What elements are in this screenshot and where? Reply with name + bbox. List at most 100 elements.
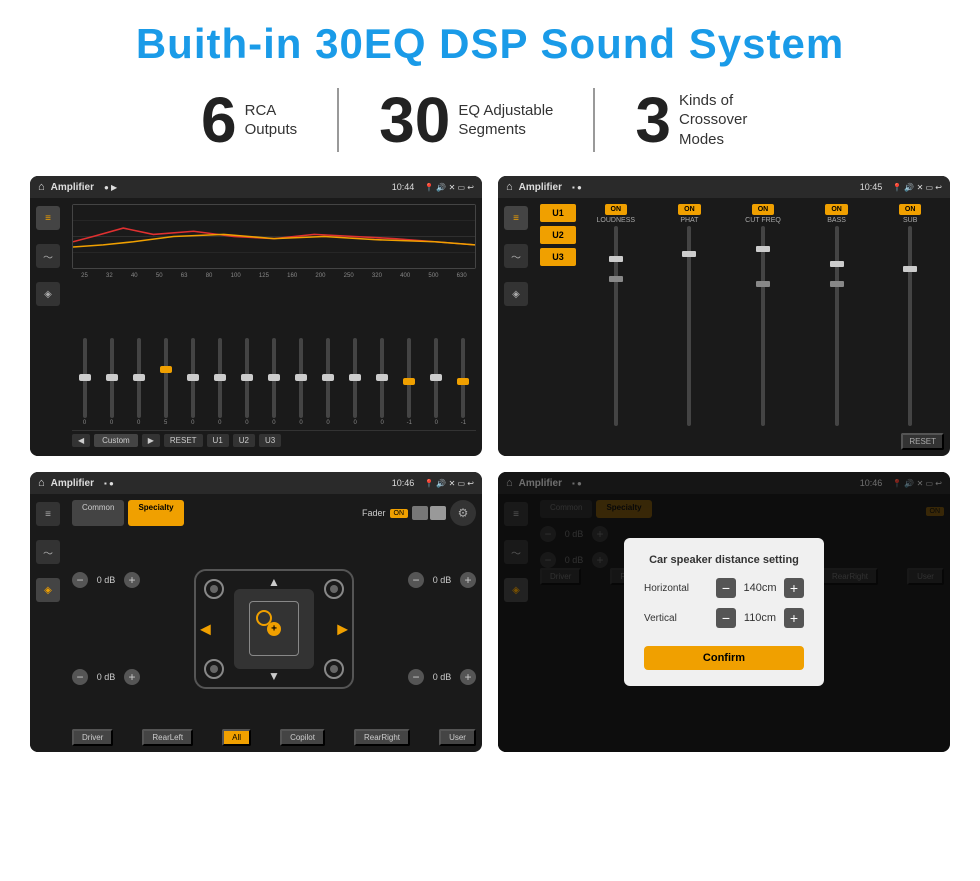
crossover-reset-button[interactable]: RESET [901,433,944,450]
cutfreq-on-btn[interactable]: ON [752,204,775,215]
eq-u1-button[interactable]: U1 [207,434,229,447]
eq-u3-button[interactable]: U3 [259,434,281,447]
crossover-u3-btn[interactable]: U3 [540,248,576,266]
fader-topbar: ⌂ Amplifier ▪ ● 10:46 📍 🔊 ✕ ▭ ↩ [30,472,482,494]
crossover-channels: ON LOUDNESS ON PHAT [582,204,944,426]
fader-db-row-2: − 0 dB + [408,572,476,588]
fader-user-btn[interactable]: User [439,729,476,746]
confirm-button[interactable]: Confirm [644,646,804,670]
fader-sidebar-vol-icon[interactable]: ◈ [36,578,60,602]
loudness-label: LOUDNESS [597,217,636,224]
fader-db0-minus[interactable]: − [72,572,88,588]
sidebar-eq-icon[interactable]: ≡ [36,206,60,230]
sidebar-wave-icon[interactable]: 〜 [36,244,60,268]
fader-db3-minus[interactable]: − [408,669,424,685]
page-title: Buith-in 30EQ DSP Sound System [30,20,950,68]
fader-db-row-3: − 0 dB + [408,669,476,685]
home-icon[interactable]: ⌂ [38,181,45,193]
fader-center-crosshair[interactable] [267,622,281,636]
stat-crossover: 3 Kinds ofCrossover Modes [595,88,819,152]
fader-sidebar-eq-icon[interactable]: ≡ [36,502,60,526]
fader-sidebar-wave-icon[interactable]: 〜 [36,540,60,564]
cutfreq-label: CUT FREQ [745,217,781,224]
fader-db3-value: 0 dB [428,672,456,682]
fader-tab-common[interactable]: Common [72,500,124,526]
channel-bass: ON BASS [803,204,871,426]
sub-slider[interactable] [908,226,912,426]
eq-bottom-bar: ◀ Custom ▶ RESET U1 U2 U3 [72,430,476,450]
crossover-home-icon[interactable]: ⌂ [506,181,513,193]
crossover-sidebar-wave-icon[interactable]: 〜 [504,244,528,268]
stat-eq-number: 30 [379,88,450,152]
fader-db2-minus[interactable]: − [408,572,424,588]
loudness-slider[interactable] [614,226,618,426]
crossover-inner: U1 U2 U3 ON LOUDNESS [540,204,944,426]
eq-prev-button[interactable]: ◀ [72,434,90,447]
dialog-vertical-value: 110cm [740,612,780,624]
fader-up-arrow[interactable]: ▲ [268,575,280,589]
bass-slider[interactable] [835,226,839,426]
eq-freq-labels: 25 32 40 50 63 80 100 125 160 200 250 32… [72,273,476,279]
crossover-sidebar-eq-icon[interactable]: ≡ [504,206,528,230]
crossover-sidebar-vol-icon[interactable]: ◈ [504,282,528,306]
topbar-dots: ● ▶ [104,183,117,192]
phat-on-btn[interactable]: ON [678,204,701,215]
stat-crossover-text: Kinds ofCrossover Modes [679,91,779,150]
crossover-u2-btn[interactable]: U2 [540,226,576,244]
fader-settings-icon[interactable]: ⚙ [450,500,476,526]
dialog-title: Car speaker distance setting [644,554,804,566]
eq-u2-button[interactable]: U2 [233,434,255,447]
fader-right-arrow[interactable]: ▶ [337,620,348,637]
fader-copilot-btn[interactable]: Copilot [280,729,325,746]
fader-db1-minus[interactable]: − [72,669,88,685]
fader-all-btn[interactable]: All [222,729,251,746]
bass-on-btn[interactable]: ON [825,204,848,215]
dialog-vertical-control: − 110cm + [716,608,804,628]
eq-slider-0: 0 [72,338,97,426]
phat-slider[interactable] [687,226,691,426]
fader-slider-controls [412,506,446,520]
speaker-bl [204,659,224,679]
fader-db0-plus[interactable]: + [124,572,140,588]
eq-next-button[interactable]: ▶ [142,434,160,447]
loudness-on-btn[interactable]: ON [605,204,628,215]
fader-driver-btn[interactable]: Driver [72,729,113,746]
sub-on-btn[interactable]: ON [899,204,922,215]
dialog-vertical-plus[interactable]: + [784,608,804,628]
fader-home-icon[interactable]: ⌂ [38,477,45,489]
eq-sidebar: ≡ 〜 ◈ [30,198,66,456]
bass-label: BASS [827,217,846,224]
speaker-br [324,659,344,679]
dialog-horizontal-minus[interactable]: − [716,578,736,598]
topbar-status-icons: 📍 🔊 ✕ ▭ ↩ [424,183,474,192]
cutfreq-slider[interactable] [761,226,765,426]
crossover-u1-btn[interactable]: U1 [540,204,576,222]
fader-db1-value: 0 dB [92,672,120,682]
fader-right-db: − 0 dB + − 0 dB + [408,532,476,725]
fader-car-body [234,589,314,669]
speaker-tl [204,579,224,599]
crossover-screen: ⌂ Amplifier ▪ ● 10:45 📍 🔊 ✕ ▭ ↩ ≡ 〜 ◈ U1… [498,176,950,456]
fader-car-diagram: ◀ ▶ ▲ ▼ [146,532,402,725]
dialog-vertical-minus[interactable]: − [716,608,736,628]
crossover-topbar-title: Amplifier [519,182,562,193]
fader-db2-plus[interactable]: + [460,572,476,588]
sidebar-vol-icon[interactable]: ◈ [36,282,60,306]
stat-eq: 30 EQ AdjustableSegments [339,88,595,152]
fader-db3-plus[interactable]: + [460,669,476,685]
crossover-topbar: ⌂ Amplifier ▪ ● 10:45 📍 🔊 ✕ ▭ ↩ [498,176,950,198]
fader-left-arrow[interactable]: ◀ [200,620,211,637]
eq-reset-button[interactable]: RESET [164,434,203,447]
fader-rearleft-btn[interactable]: RearLeft [142,729,193,746]
fader-status-icons: 📍 🔊 ✕ ▭ ↩ [424,479,474,488]
fader-down-arrow[interactable]: ▼ [268,669,280,683]
fader-sidebar: ≡ 〜 ◈ [30,494,66,752]
dialog-horizontal-plus[interactable]: + [784,578,804,598]
fader-rearright-btn[interactable]: RearRight [354,729,410,746]
fader-tabs: Common Specialty Fader ON ⚙ [72,500,476,526]
dialog-vertical-row: Vertical − 110cm + [644,608,804,628]
page-container: Buith-in 30EQ DSP Sound System 6 RCAOutp… [0,0,980,772]
fader-tab-specialty[interactable]: Specialty [128,500,183,526]
fader-db1-plus[interactable]: + [124,669,140,685]
channel-phat: ON PHAT [656,204,724,426]
